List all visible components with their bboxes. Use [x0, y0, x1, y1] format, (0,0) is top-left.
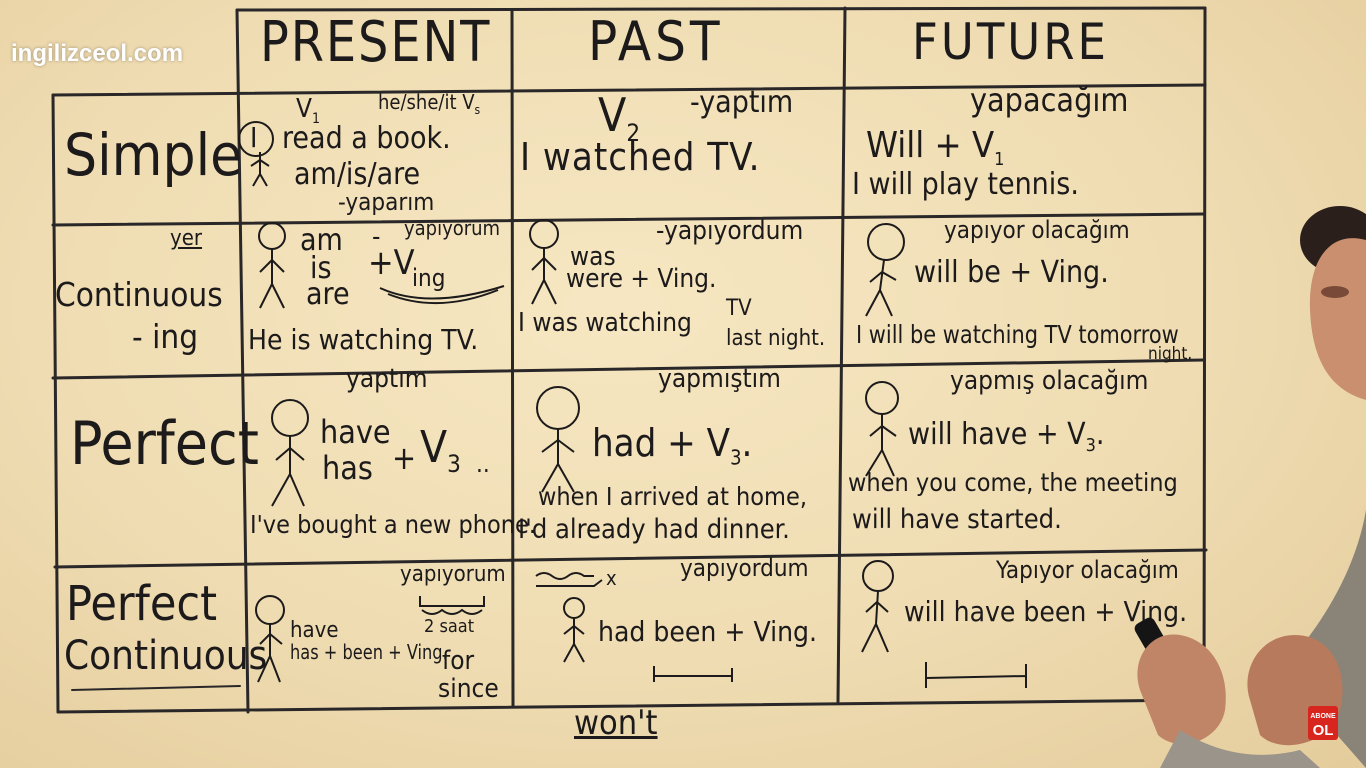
- v1-text: V: [296, 94, 312, 124]
- row-header-perfect: Perfect: [70, 409, 259, 479]
- has-label: has: [322, 449, 373, 487]
- plus-v: +V: [368, 243, 415, 283]
- v2-text: V: [598, 88, 627, 142]
- column-header-past: PAST: [588, 10, 724, 73]
- stick-figure: [865, 381, 899, 477]
- had-formula-text: had + V: [592, 421, 731, 465]
- brand-logo-graphic: ABONE OL: [1308, 706, 1338, 740]
- whiteboard-scene: PRESENT PAST FUTURE Simple yer Continuou…: [0, 0, 1366, 768]
- subject-i: I: [250, 121, 258, 154]
- stick-figure: [255, 595, 285, 683]
- brand-logo: ABONE OL: [1298, 700, 1348, 746]
- squiggle-underline: [379, 285, 505, 305]
- simple-present-sentence: read a book.: [282, 121, 451, 156]
- row-header-continuous-ing: - ing: [132, 317, 199, 356]
- time-span-line: [925, 662, 1027, 688]
- tr-yapiyordum: -yapıyordum: [656, 216, 804, 246]
- will-be-formula: will be + Ving.: [914, 255, 1109, 290]
- stick-figure: [529, 219, 559, 305]
- column-header-present: PRESENT: [260, 10, 492, 75]
- tr-yapiyor-olacagim: yapıyor olacağım: [944, 216, 1130, 244]
- will-have-formula-sub: 3: [1085, 435, 1096, 456]
- continuous-past-sentence: I was watching: [518, 308, 692, 338]
- had-formula: had + V3.: [592, 424, 752, 468]
- will-formula-text: Will + V: [866, 125, 995, 166]
- arrow-scribble: [535, 572, 603, 587]
- row-header-perfect-continuous-1: Perfect: [66, 576, 218, 632]
- footer-word-wont: won't: [574, 703, 658, 743]
- row-note-yer: yer: [170, 226, 203, 251]
- tr-yapacagim: yapacağım: [970, 81, 1129, 119]
- have-label: have: [290, 618, 339, 643]
- tr-yapmis-olacagim: yapmış olacağım: [950, 366, 1149, 396]
- brand-logo-text-1: ABONE: [1310, 713, 1336, 720]
- presenter-figure: [1134, 206, 1366, 768]
- are-label: are: [306, 277, 350, 312]
- v3-sub: 3: [447, 449, 461, 478]
- had-been-formula: had been + Ving.: [598, 615, 818, 648]
- will-formula: Will + V1: [866, 128, 1004, 169]
- had-formula-dot: .: [741, 421, 753, 465]
- column-header-future: FUTURE: [912, 13, 1109, 71]
- tv-label: TV: [726, 296, 752, 321]
- row-header-continuous: Continuous: [55, 275, 223, 314]
- stick-figure: [865, 223, 905, 317]
- time-span-line: [653, 666, 733, 682]
- tr-yapiyorum: yapıyorum: [404, 216, 501, 240]
- stick-figure: [250, 152, 270, 187]
- row-header-perfect-continuous-2: Continuous: [64, 633, 268, 679]
- dots: ..: [476, 450, 490, 478]
- x-mark: x: [606, 566, 617, 590]
- tr-yapiyordum: yapıyordum: [680, 554, 809, 582]
- stick-figure: [536, 386, 580, 493]
- v3-text: V: [420, 422, 448, 473]
- pronouns-label: he/she/it Vs: [378, 92, 480, 116]
- simple-past-sentence: I watched TV.: [520, 135, 761, 179]
- simple-future-sentence: I will play tennis.: [852, 167, 1079, 202]
- perfect-present-sentence: I've bought a new phone.: [250, 510, 536, 539]
- perfect-past-sentence-2: I'd already had dinner.: [518, 514, 790, 545]
- last-night: last night.: [726, 326, 826, 351]
- will-have-formula-dot: .: [1095, 417, 1105, 452]
- row-header-simple: Simple: [64, 121, 243, 189]
- for-label: for: [442, 646, 475, 676]
- tr-yaparim: -yaparım: [338, 188, 435, 216]
- plus-sign: +: [392, 439, 417, 477]
- saat-label: 2 saat: [424, 616, 475, 637]
- will-have-formula-text: will have + V: [908, 417, 1086, 452]
- stick-figure: [861, 560, 894, 653]
- have-label: have: [320, 413, 391, 451]
- since-label: since: [438, 674, 499, 704]
- brand-logo-text-2: OL: [1313, 722, 1334, 739]
- perfect-future-sentence-2: will have started.: [852, 504, 1062, 535]
- stick-figure: [271, 399, 309, 507]
- stick-figure: [563, 597, 585, 663]
- were-formula: were + Ving.: [566, 264, 717, 294]
- v3-label: V3: [420, 426, 461, 476]
- site-watermark: ingilizceol.com: [11, 40, 184, 67]
- stick-figure: [258, 222, 286, 309]
- be-forms: am/is/are: [294, 157, 421, 192]
- tr-yaptim: -yaptım: [690, 85, 794, 120]
- tr-yapiyorum: yapıyorum: [400, 562, 506, 587]
- tr-yapmistim: yapmıştım: [658, 364, 781, 394]
- pronouns-sub: s: [474, 103, 481, 117]
- will-have-formula: will have + V3.: [908, 420, 1104, 455]
- perfect-past-sentence-1: when I arrived at home,: [538, 482, 807, 511]
- had-formula-sub: 3: [730, 445, 742, 470]
- tr-yaptim: yaptım: [346, 364, 428, 394]
- has-been-formula: has + been + Ving.: [290, 640, 448, 664]
- continuous-present-sentence: He is watching TV.: [248, 323, 479, 356]
- pronouns-text: he/she/it V: [378, 90, 475, 114]
